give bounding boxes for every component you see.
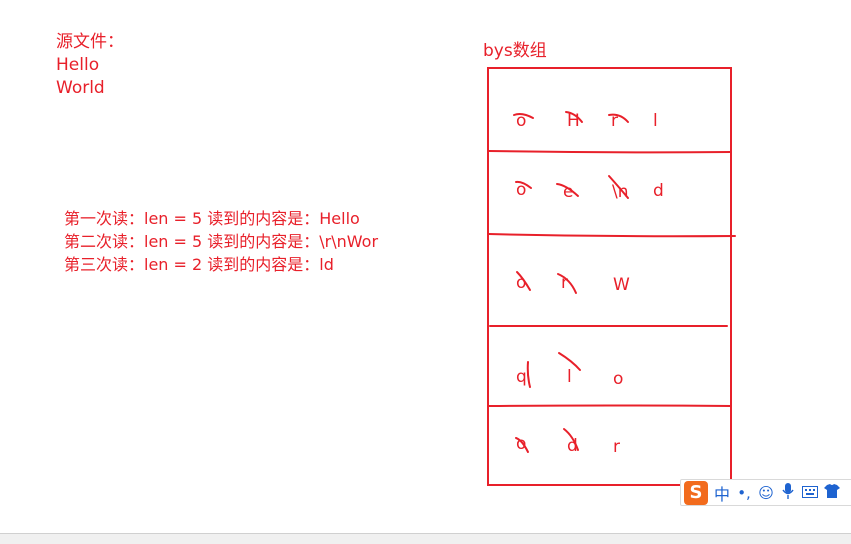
cell-r5c3: r [613, 437, 620, 457]
ime-mode-toggle[interactable]: 中 [714, 481, 730, 505]
window-bottom-edge [0, 533, 851, 544]
cell-r5c2: d [567, 436, 578, 456]
bys-array-diagram: o H r l o e \n d o r W q l o o d r [487, 67, 736, 486]
cell-r2c3: \n [612, 182, 629, 202]
cell-r1c3: r [611, 111, 618, 131]
row-divider-4 [488, 404, 732, 407]
cell-r5c1: o [516, 434, 526, 454]
mic-icon[interactable] [780, 482, 796, 503]
row-divider-2 [488, 233, 736, 238]
ime-logo-icon[interactable]: S [684, 480, 708, 505]
cell-r2c2: e [563, 182, 573, 202]
emoji-icon[interactable]: ☺ [758, 484, 774, 502]
cell-r1c2: H [567, 111, 580, 131]
row-divider-1 [488, 150, 732, 154]
cell-r3c3: W [613, 275, 630, 295]
ime-toolbar[interactable]: S 中 •, ☺ [680, 479, 851, 506]
cell-r3c1: o [516, 273, 526, 293]
cell-r1c4: l [653, 111, 658, 131]
strike-r4c1 [526, 361, 531, 388]
cell-r2c4: d [653, 181, 664, 201]
cell-r3c2: r [561, 273, 568, 293]
cell-r4c3: o [613, 369, 623, 389]
shirt-icon[interactable] [824, 483, 841, 502]
keyboard-icon[interactable] [802, 484, 819, 502]
punctuation-toggle[interactable]: •, [736, 484, 752, 502]
cell-r2c1: o [516, 180, 526, 200]
cell-r4c1: q [516, 367, 527, 387]
cell-r4c2: l [567, 367, 572, 387]
cell-r1c1: o [516, 111, 526, 131]
